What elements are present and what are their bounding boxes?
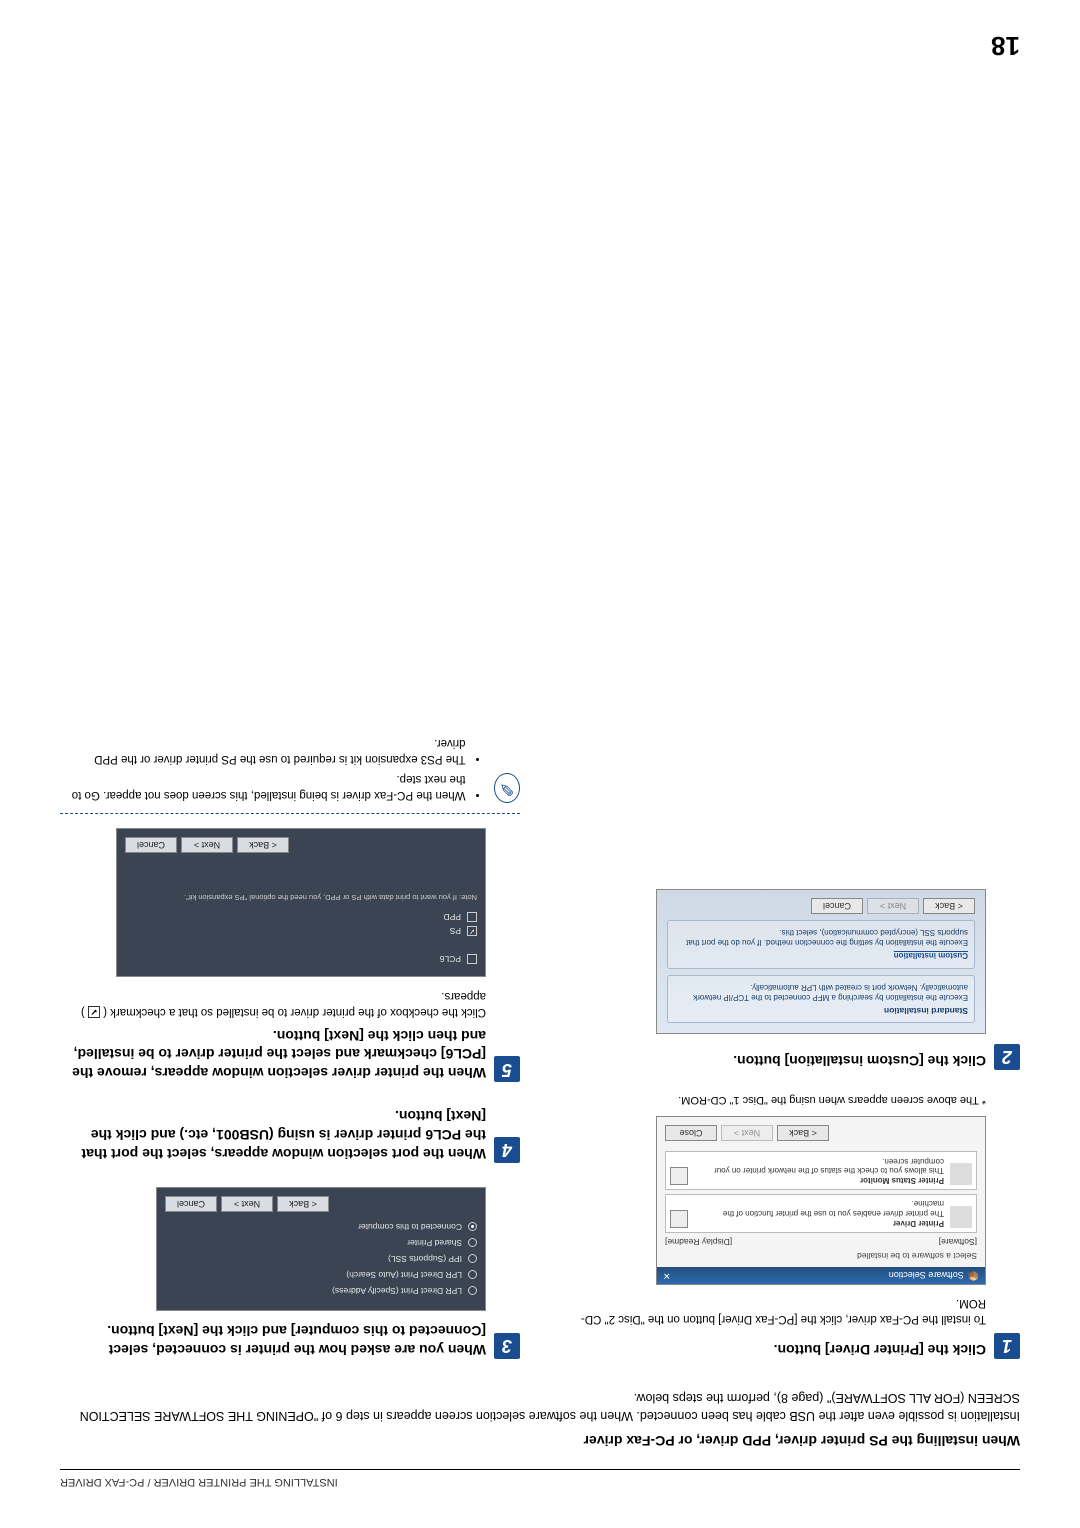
step-1-sub: To install the PC-Fax driver, click the … [560,1295,986,1327]
status-monitor-button[interactable] [670,1167,688,1185]
note-1: When the PC-Fax driver is being installe… [60,771,466,803]
close-button[interactable]: Close [665,1125,717,1141]
next-button[interactable]: Next > [867,898,919,914]
opt-shared[interactable]: Shared Printer [165,1238,477,1248]
select-software-heading: Select a software to be installed [665,1251,977,1261]
standard-installation-desc: Execute the installation by searching a … [674,982,968,1002]
tab-software[interactable]: [Software] [939,1237,977,1247]
step-number-4: 4 [494,1137,520,1163]
back-button[interactable]: < Back [777,1125,829,1141]
printer-driver-row: Printer Driver The printer driver enable… [665,1194,977,1233]
printer-driver-desc: The printer driver enables you to use th… [723,1199,944,1218]
step-number-2: 2 [994,1044,1020,1070]
step-number-5: 5 [494,1056,520,1082]
note-2: The PS3 expansion kit is required to use… [60,735,466,767]
printer-driver-button[interactable] [670,1210,688,1228]
opt-lpr-specify[interactable]: LPR Direct Print (Specify Address) [165,1286,477,1296]
step-3-title: When you are asked how the printer is co… [60,1321,486,1359]
ps-kit-note: Note: If you want to print data with PS … [125,893,477,902]
right-column: 3 When you are asked how the printer is … [60,707,520,1359]
step-number-3: 3 [494,1333,520,1359]
next-button[interactable]: Next > [181,837,233,853]
step-number-1: 1 [994,1333,1020,1359]
back-button[interactable]: < Back [923,898,975,914]
left-column: 1 Click the [Printer Driver] button. To … [560,707,1020,1359]
content-columns: 1 Click the [Printer Driver] button. To … [60,707,1020,1359]
cancel-button[interactable]: Cancel [165,1196,217,1212]
opt-ipp[interactable]: IPP (Supports SSL) [165,1254,477,1264]
chk-ps[interactable]: PS [125,926,477,936]
step-2-title: Click the [Custom installation] button. [733,1051,986,1070]
dashed-separator [60,813,520,814]
custom-installation-desc: Execute the installation by setting the … [674,927,968,947]
chk-ppd[interactable]: PPD [125,912,477,922]
chk-pcl6[interactable]: PCL6 [125,954,477,964]
footnote-disc1: * The above screen appears when using th… [560,1094,986,1106]
cancel-button[interactable]: Cancel [125,837,177,853]
step-1-title: Click the [Printer Driver] button. [774,1340,986,1359]
opt-connected[interactable]: Connected to this computer [165,1222,477,1232]
standard-installation-title: Standard installation [674,1005,968,1016]
screenshot-software-selection: 📦 Software Selection ✕ Select a software… [656,1116,986,1285]
page-header: INSTALLING THE PRINTER DRIVER / PC-FAX D… [60,1469,1020,1488]
close-icon[interactable]: ✕ [663,1270,671,1281]
window-icon: 📦 [968,1270,979,1281]
page-number: 18 [991,30,1020,61]
note-block: ✎ When the PC-Fax driver is being instal… [60,731,520,803]
standard-installation-panel[interactable]: Standard installation Execute the instal… [667,975,975,1023]
screenshot-driver-select: PCL6 PS PPD Note: If you want to print d… [116,828,486,977]
screenshot-install-type: Standard installation Execute the instal… [656,889,986,1034]
opt-lpr-auto[interactable]: LPR Direct Print (Auto Search) [165,1270,477,1280]
pencil-note-icon: ✎ [494,773,520,803]
custom-installation-title[interactable]: Custom installation [894,950,968,960]
window-title: Software Selection [889,1270,964,1280]
status-monitor-title: Printer Status Monitor [860,1176,944,1185]
next-button[interactable]: Next > [721,1125,773,1141]
status-monitor-row: Printer Status Monitor This allows you t… [665,1151,977,1190]
checkmark-icon: ✔ [88,1006,100,1018]
back-button[interactable]: < Back [277,1196,329,1212]
intro-paragraph: Installation is possible even after the … [60,1389,1020,1425]
printer-driver-title: Printer Driver [893,1219,944,1228]
step-5: 5 When the printer driver selection wind… [60,731,520,1082]
step-1: 1 Click the [Printer Driver] button. To … [560,1094,1020,1359]
step-4: 4 When the port selection window appears… [60,1106,520,1163]
next-button[interactable]: Next > [221,1196,273,1212]
screenshot-connection-method: LPR Direct Print (Specify Address) LPR D… [156,1187,486,1311]
section-title: When installing the PS printer driver, P… [60,1433,1020,1449]
cancel-button[interactable]: Cancel [811,898,863,914]
printer-driver-icon [950,1206,972,1228]
step-2: 2 Click the [Custom installation] button… [560,889,1020,1070]
status-monitor-desc: This allows you to check the status of t… [714,1157,944,1176]
step-5-sub: Click the checkbox of the printer driver… [60,987,486,1019]
status-monitor-icon [950,1163,972,1185]
back-button[interactable]: < Back [237,837,289,853]
step-4-title: When the port selection window appears, … [60,1106,486,1163]
step-3: 3 When you are asked how the printer is … [60,1187,520,1359]
tab-readme[interactable]: [Display Readme] [665,1237,732,1247]
step-5-title: When the printer driver selection window… [60,1026,486,1083]
custom-installation-panel[interactable]: Custom installation Execute the installa… [667,920,975,969]
